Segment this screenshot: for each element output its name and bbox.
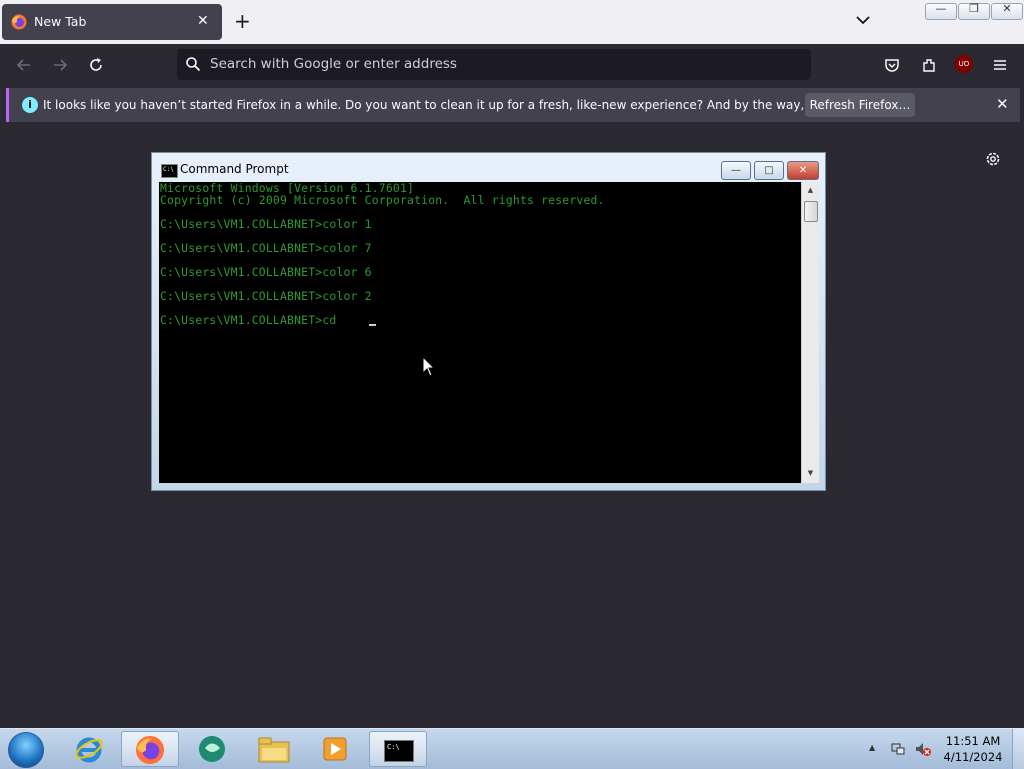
settings-gear-icon[interactable] — [984, 150, 1002, 168]
tab-strip: New Tab ✕ + — ❐ ✕ — [0, 0, 1024, 44]
clock-date: 4/11/2024 — [943, 750, 1003, 764]
ublock-origin-icon[interactable]: UO — [955, 55, 973, 73]
command-prompt-icon: C:\ — [161, 164, 178, 178]
taskbar: C:\ ▲ 11:51 AM 4/11/2024 — [0, 728, 1024, 769]
show-hidden-icons-arrow[interactable]: ▲ — [869, 743, 875, 752]
scrollbar-thumb[interactable] — [804, 201, 818, 222]
clock-time: 11:51 AM — [945, 734, 1001, 748]
start-button[interactable] — [8, 732, 44, 768]
taskbar-file-explorer[interactable] — [245, 731, 303, 767]
search-icon — [186, 57, 201, 72]
chat-app-icon — [199, 736, 225, 762]
taskbar-media-player[interactable] — [306, 731, 364, 767]
back-icon[interactable] — [15, 56, 33, 74]
new-tab-button[interactable]: + — [234, 10, 251, 32]
folder-icon — [258, 737, 290, 763]
command-prompt-window[interactable]: C:\ Command Prompt — □ ✕ Microsoft Windo… — [151, 152, 826, 491]
firefox-taskbar-icon — [135, 735, 165, 765]
show-desktop-button[interactable] — [1012, 729, 1024, 769]
console-output[interactable]: Microsoft Windows [Version 6.1.7601] Cop… — [159, 182, 801, 483]
list-all-tabs-icon[interactable] — [855, 12, 871, 28]
reload-icon[interactable] — [87, 56, 105, 74]
taskbar-internet-explorer[interactable] — [60, 731, 118, 767]
volume-muted-icon[interactable] — [914, 741, 932, 757]
url-bar-placeholder: Search with Google or enter address — [210, 56, 457, 72]
window-close-button[interactable]: ✕ — [991, 2, 1023, 20]
cmd-minimize-button[interactable]: — — [721, 161, 751, 180]
tab-new-tab[interactable]: New Tab ✕ — [2, 4, 222, 40]
cmd-maximize-button[interactable]: □ — [754, 161, 784, 180]
taskbar-chat-app[interactable] — [183, 731, 241, 767]
system-clock[interactable]: 11:51 AM 4/11/2024 — [940, 733, 1006, 765]
media-player-icon — [323, 737, 347, 761]
pocket-icon[interactable] — [883, 56, 901, 74]
cmd-close-button[interactable]: ✕ — [787, 161, 819, 180]
info-icon: i — [22, 97, 38, 113]
url-bar[interactable]: Search with Google or enter address — [177, 49, 811, 80]
extensions-icon[interactable] — [920, 56, 938, 74]
window-restore-button[interactable]: ❐ — [958, 2, 990, 20]
firefox-icon — [11, 14, 27, 30]
notification-bar: i It looks like you haven’t started Fire… — [6, 88, 1020, 122]
notification-message: It looks like you haven’t started Firefo… — [43, 98, 899, 112]
internet-explorer-icon — [75, 737, 103, 763]
vertical-scrollbar[interactable]: ▲ ▼ — [801, 182, 819, 483]
mouse-pointer-icon — [422, 356, 436, 377]
taskbar-command-prompt[interactable]: C:\ — [369, 731, 427, 767]
refresh-firefox-button[interactable]: Refresh Firefox… — [805, 93, 915, 117]
notification-close-icon[interactable]: ✕ — [996, 95, 1009, 113]
tab-title: New Tab — [34, 14, 87, 29]
menu-icon[interactable] — [991, 56, 1009, 74]
scroll-down-icon[interactable]: ▼ — [802, 469, 819, 477]
command-prompt-taskbar-icon: C:\ — [384, 740, 414, 762]
tab-close-icon[interactable]: ✕ — [197, 13, 209, 29]
text-cursor — [369, 324, 376, 326]
scroll-up-icon[interactable]: ▲ — [802, 186, 819, 194]
console-text: Microsoft Windows [Version 6.1.7601] Cop… — [160, 182, 605, 327]
taskbar-firefox[interactable] — [121, 731, 179, 767]
forward-icon[interactable] — [51, 56, 69, 74]
window-minimize-button[interactable]: — — [925, 2, 957, 20]
nav-bar: Search with Google or enter address UO — [0, 44, 1024, 86]
network-icon[interactable] — [890, 741, 906, 757]
command-prompt-title: Command Prompt — [180, 162, 289, 176]
